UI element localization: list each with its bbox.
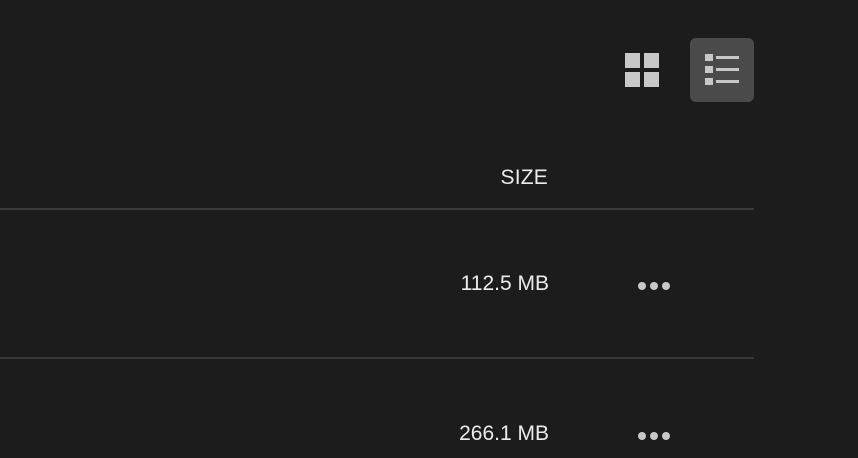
file-size: 266.1 MB [459,422,549,445]
more-icon [638,282,670,290]
grid-icon [625,53,659,87]
more-options-button[interactable] [630,270,678,302]
more-options-button[interactable] [630,420,678,452]
table-row[interactable]: 266.1 MB [0,406,754,458]
header-divider [0,208,754,210]
list-view-button[interactable] [690,38,754,102]
row-divider [0,357,754,359]
file-list-view: SIZE 112.5 MB 266.1 MB [0,0,858,458]
view-toggle [610,38,754,102]
grid-view-button[interactable] [610,38,674,102]
table-row[interactable]: 112.5 MB [0,256,754,316]
list-icon [705,54,739,85]
size-column-header[interactable]: SIZE [501,166,548,190]
more-icon [638,432,670,440]
file-size: 112.5 MB [460,272,549,295]
